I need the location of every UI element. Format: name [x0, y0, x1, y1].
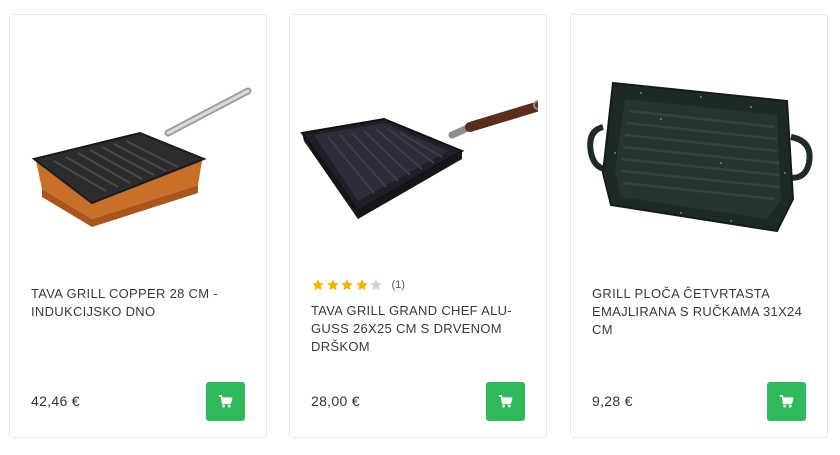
product-price: 42,46 €: [31, 393, 80, 409]
product-image-copper-grill-pan[interactable]: [20, 23, 258, 243]
star-filled-icon: [326, 278, 340, 292]
add-to-cart-button[interactable]: [767, 382, 806, 421]
star-filled-icon: [355, 278, 369, 292]
product-title[interactable]: GRILL PLOČA ČETVRTASTA EMAJLIRANA S RUČK…: [592, 285, 810, 339]
star-filled-icon: [311, 278, 325, 292]
add-to-cart-button[interactable]: [206, 382, 245, 421]
product-price: 28,00 €: [311, 393, 360, 409]
product-image-enamel-grill-plate[interactable]: [581, 23, 819, 243]
star-empty-icon: [369, 278, 383, 292]
product-title[interactable]: TAVA GRILL COPPER 28 CM - INDUKCIJSKO DN…: [31, 285, 249, 321]
star-filled-icon: [340, 278, 354, 292]
rating-count: (1): [391, 279, 405, 291]
product-card[interactable]: TAVA GRILL COPPER 28 CM - INDUKCIJSKO DN…: [9, 14, 267, 438]
product-image-grand-chef-grill-pan[interactable]: [300, 23, 538, 243]
shopping-cart-icon: [218, 395, 233, 408]
add-to-cart-button[interactable]: [486, 382, 525, 421]
product-card[interactable]: GRILL PLOČA ČETVRTASTA EMAJLIRANA S RUČK…: [570, 14, 828, 438]
product-title[interactable]: TAVA GRILL GRAND CHEF ALU-GUSS 26x25 CM …: [311, 302, 529, 356]
product-card[interactable]: (1) TAVA GRILL GRAND CHEF ALU-GUSS 26x25…: [289, 14, 547, 438]
shopping-cart-icon: [779, 395, 794, 408]
product-price: 9,28 €: [592, 393, 633, 409]
shopping-cart-icon: [498, 395, 513, 408]
product-rating[interactable]: (1): [311, 277, 405, 293]
